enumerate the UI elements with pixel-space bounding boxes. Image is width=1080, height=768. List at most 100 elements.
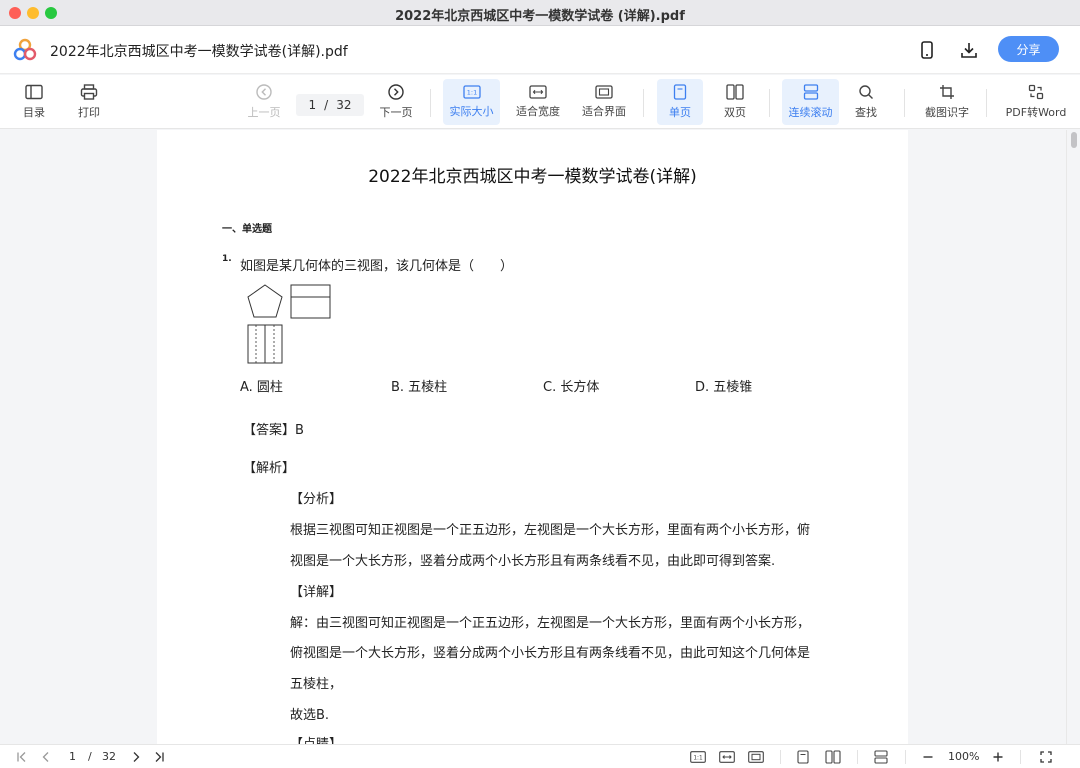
toolbar-divider [430,89,431,117]
explanation-line: 五棱柱， [290,677,343,692]
pdf-page: 2022年北京西城区中考一模数学试卷(详解) 一、单选题 1. 如图是某几何体的… [157,130,908,744]
chevron-left-icon [42,752,49,762]
continuous-scroll-button[interactable]: 连续滚动 [782,79,839,125]
title-bar: 2022年北京西城区中考一模数学试卷 (详解).pdf [0,0,1080,26]
explanation-line: 视图是一个大长方形，竖着分成两个小长方形且有两条线看不见，由此即可得到答案. [290,554,776,569]
toolbar-divider [769,89,770,117]
toolbar-divider [904,89,905,117]
answer-text: 【答案】B [243,423,304,438]
current-page: 1 [308,98,317,112]
minus-icon [923,756,933,758]
chevron-right-icon [133,752,140,762]
fit-width-icon [719,751,735,763]
status-fit-page-button[interactable] [747,749,765,765]
next-page-label: 下一页 [379,106,413,119]
explanation-line: 解：由三视图可知正视图是一个正五边形，左视图是一个大长方形，里面有两个小长方形， [290,616,811,631]
app-header: 2022年北京西城区中考一模数学试卷(详解).pdf 分享 [0,26,1080,74]
chevron-left-circle-icon [256,84,272,100]
zoom-level[interactable]: 100% [948,750,979,763]
status-total-pages: 32 [102,750,116,763]
status-single-page-button[interactable] [795,749,811,765]
double-page-button[interactable]: 双页 [714,79,756,125]
toc-label: 目录 [23,106,45,119]
next-page-button[interactable]: 下一页 [376,79,416,125]
status-divider [1020,750,1021,764]
last-page-icon [155,752,164,762]
status-divider [857,750,858,764]
option-b: B. 五棱柱 [391,380,448,395]
ocr-button[interactable]: 截图识字 [920,79,974,125]
continuous-scroll-icon [803,84,818,100]
actual-size-icon-text: 1:1 [466,89,476,97]
explanation-line: 【详解】 [290,585,343,600]
window-title: 2022年北京西城区中考一模数学试卷 (详解).pdf [395,9,685,24]
prev-page-button[interactable]: 上一页 [244,79,284,125]
vertical-scrollbar[interactable] [1066,130,1080,744]
status-actual-size-icon-text: 1:1 [693,755,703,761]
download-button[interactable] [957,38,981,62]
pdf-to-word-button[interactable]: PDF转Word [1002,79,1070,125]
continuous-scroll-icon [874,750,888,764]
status-page-separator: / [88,750,92,763]
fit-page-button[interactable]: 适合界面 [578,79,630,125]
status-continuous-button[interactable] [872,749,890,765]
status-current-page[interactable]: 1 [69,750,76,763]
status-double-page-button[interactable] [824,749,842,765]
print-label: 打印 [78,106,100,119]
single-page-label: 单页 [669,106,691,119]
plus-icon [993,752,1003,762]
actual-size-icon: 1:1 [690,751,706,763]
search-label: 查找 [855,106,877,119]
status-bar: 1 / 32 1:1 100% [0,744,1080,768]
option-d: D. 五棱锥 [695,380,753,395]
document-title: 2022年北京西城区中考一模数学试卷(详解).pdf [50,44,348,60]
continuous-scroll-label: 连续滚动 [788,106,833,119]
chevron-right-circle-icon [388,84,404,100]
total-pages: 32 [336,98,352,112]
double-page-icon [825,750,841,764]
last-page-button[interactable] [151,749,167,765]
three-view-figure [247,284,331,364]
fit-width-button[interactable]: 适合宽度 [512,79,564,125]
zoom-in-button[interactable] [990,749,1006,765]
single-page-icon [673,84,687,100]
fit-page-icon [748,751,764,763]
actual-size-button[interactable]: 1:1 实际大小 [443,79,500,125]
actual-size-label: 实际大小 [449,105,494,118]
toc-button[interactable]: 目录 [16,79,52,125]
toolbar-divider [986,89,987,117]
status-fit-width-button[interactable] [718,749,736,765]
option-c: C. 长方体 [543,380,600,395]
double-page-label: 双页 [724,106,746,119]
zoom-out-button[interactable] [920,749,936,765]
sidebar-icon [25,84,43,100]
single-page-icon [797,750,809,764]
question-number: 1. [222,254,232,264]
page-number-input[interactable]: 1 / 32 [296,94,364,116]
phone-icon [921,41,933,59]
print-button[interactable]: 打印 [71,79,107,125]
double-page-icon [726,84,744,100]
question-text: 如图是某几何体的三视图，该几何体是（ ） [240,259,514,274]
share-button[interactable]: 分享 [998,36,1059,62]
download-icon [961,43,977,58]
search-button[interactable]: 查找 [848,79,884,125]
first-page-button[interactable] [14,749,30,765]
status-divider [905,750,906,764]
next-page-small-button[interactable] [128,749,144,765]
prev-page-small-button[interactable] [38,749,54,765]
fit-width-label: 适合宽度 [516,105,560,118]
single-page-button[interactable]: 单页 [657,79,703,125]
status-actual-size-button[interactable]: 1:1 [689,749,707,765]
convert-icon [1028,84,1044,100]
mobile-view-button[interactable] [915,38,939,62]
document-viewport[interactable]: 2022年北京西城区中考一模数学试卷(详解) 一、单选题 1. 如图是某几何体的… [0,130,1080,744]
fullscreen-button[interactable] [1038,749,1054,765]
scrollbar-thumb[interactable] [1071,132,1077,148]
explanation-line: 【点睛】 [290,733,342,744]
pdf-to-word-label: PDF转Word [1005,106,1067,119]
toolbar-divider [643,89,644,117]
first-page-icon [17,752,26,762]
search-icon [859,85,873,99]
explanation-line: 根据三视图可知正视图是一个正五边形，左视图是一个大长方形，里面有两个小长方形，俯 [290,523,811,538]
